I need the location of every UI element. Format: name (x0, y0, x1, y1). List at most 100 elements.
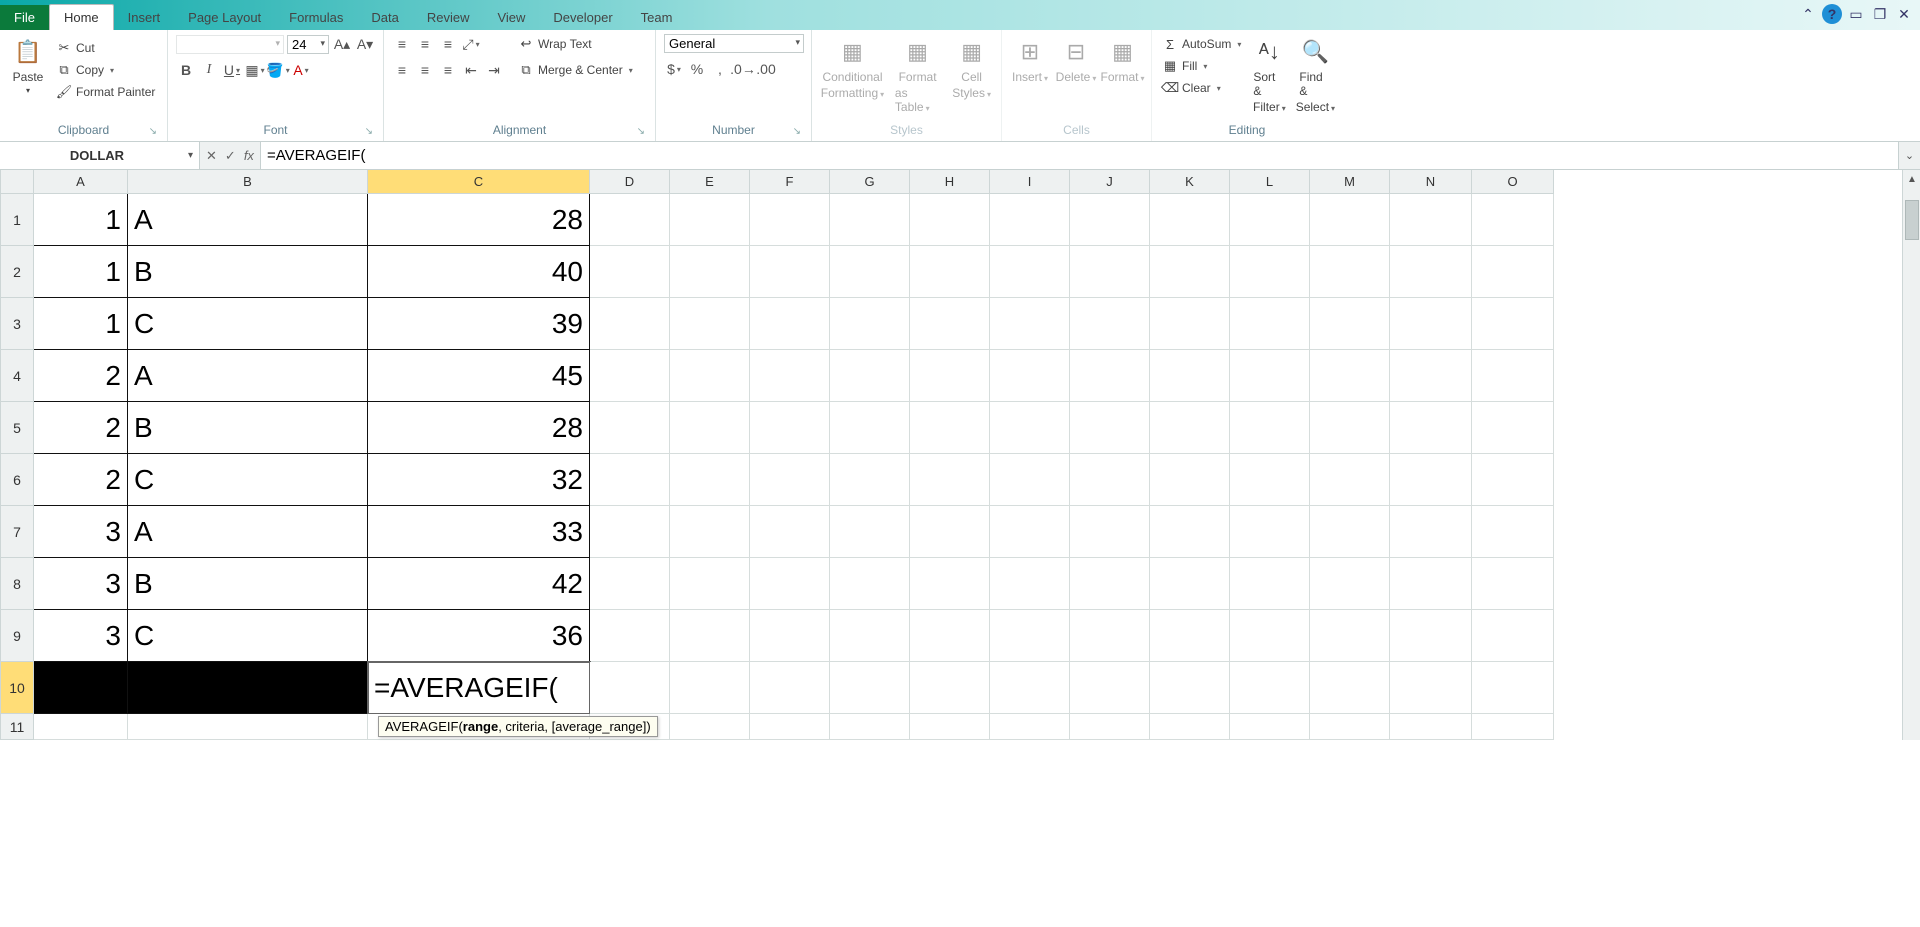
row-header[interactable]: 10 (0, 662, 34, 714)
cell-B9[interactable]: C (128, 610, 368, 662)
cell-H10[interactable] (910, 662, 990, 714)
col-header-F[interactable]: F (750, 170, 830, 194)
cell-D7[interactable] (590, 506, 670, 558)
cell-O3[interactable] (1472, 298, 1554, 350)
cell-L8[interactable] (1230, 558, 1310, 610)
cell-A3[interactable]: 1 (34, 298, 128, 350)
indent-dec-icon[interactable]: ⇤ (461, 60, 481, 80)
delete-cells-button[interactable]: ⊟Delete (1056, 34, 1096, 86)
col-header-H[interactable]: H (910, 170, 990, 194)
cell-G1[interactable] (830, 194, 910, 246)
cell-H3[interactable] (910, 298, 990, 350)
cell-O1[interactable] (1472, 194, 1554, 246)
cell-D5[interactable] (590, 402, 670, 454)
col-header-K[interactable]: K (1150, 170, 1230, 194)
cell-I5[interactable] (990, 402, 1070, 454)
tab-formulas[interactable]: Formulas (275, 5, 357, 30)
cell-C3[interactable]: 39 (368, 298, 590, 350)
cell-B7[interactable]: A (128, 506, 368, 558)
cell-K11[interactable] (1150, 714, 1230, 740)
format-cells-button[interactable]: ▦Format (1102, 34, 1143, 86)
cell-H5[interactable] (910, 402, 990, 454)
scroll-thumb[interactable] (1905, 200, 1919, 240)
cell-E6[interactable] (670, 454, 750, 506)
format-as-table-button[interactable]: ▦Formatas Table (891, 34, 944, 116)
name-box[interactable]: DOLLAR ▾ (0, 142, 200, 169)
row-header[interactable]: 3 (0, 298, 34, 350)
number-format-combo[interactable]: General (664, 34, 804, 53)
cell-B5[interactable]: B (128, 402, 368, 454)
cell-K1[interactable] (1150, 194, 1230, 246)
col-header-O[interactable]: O (1472, 170, 1554, 194)
cell-J4[interactable] (1070, 350, 1150, 402)
align-left-icon[interactable]: ≡ (392, 60, 412, 80)
cell-M4[interactable] (1310, 350, 1390, 402)
formula-input[interactable]: =AVERAGEIF( (261, 142, 1898, 169)
cell-N6[interactable] (1390, 454, 1472, 506)
cell-C1[interactable]: 28 (368, 194, 590, 246)
cell-F2[interactable] (750, 246, 830, 298)
cell-L5[interactable] (1230, 402, 1310, 454)
expand-formula-bar-icon[interactable]: ⌄ (1898, 142, 1920, 169)
cell-H9[interactable] (910, 610, 990, 662)
cell-J7[interactable] (1070, 506, 1150, 558)
launcher-icon[interactable]: ↘ (637, 126, 645, 137)
cell-D4[interactable] (590, 350, 670, 402)
cell-J2[interactable] (1070, 246, 1150, 298)
cell-D6[interactable] (590, 454, 670, 506)
cell-A8[interactable]: 3 (34, 558, 128, 610)
cell-A4[interactable]: 2 (34, 350, 128, 402)
cell-D3[interactable] (590, 298, 670, 350)
cell-B8[interactable]: B (128, 558, 368, 610)
row-header[interactable]: 9 (0, 610, 34, 662)
cell-I7[interactable] (990, 506, 1070, 558)
cell-L7[interactable] (1230, 506, 1310, 558)
paste-button[interactable]: 📋 Paste ▾ (8, 34, 48, 97)
ribbon-min-icon[interactable]: ⌃ (1798, 4, 1818, 24)
cell-J5[interactable] (1070, 402, 1150, 454)
format-painter-button[interactable]: 🖌Format Painter (54, 82, 157, 102)
cell-M5[interactable] (1310, 402, 1390, 454)
cell-H6[interactable] (910, 454, 990, 506)
cell-G2[interactable] (830, 246, 910, 298)
cell-B3[interactable]: C (128, 298, 368, 350)
cell-K5[interactable] (1150, 402, 1230, 454)
row-header[interactable]: 4 (0, 350, 34, 402)
col-header-J[interactable]: J (1070, 170, 1150, 194)
cell-K3[interactable] (1150, 298, 1230, 350)
cell-L9[interactable] (1230, 610, 1310, 662)
cell-L3[interactable] (1230, 298, 1310, 350)
cell-N9[interactable] (1390, 610, 1472, 662)
font-family-combo[interactable] (176, 35, 284, 54)
cell-M7[interactable] (1310, 506, 1390, 558)
cell-N3[interactable] (1390, 298, 1472, 350)
font-color-button[interactable]: A (291, 60, 311, 80)
cell-J9[interactable] (1070, 610, 1150, 662)
cell-c10-editing[interactable]: =AVERAGEIF( (368, 662, 590, 714)
chevron-down-icon[interactable]: ▾ (188, 150, 193, 161)
help-icon[interactable]: ? (1822, 4, 1842, 24)
cell-E8[interactable] (670, 558, 750, 610)
cut-button[interactable]: ✂Cut (54, 38, 157, 58)
cell-O6[interactable] (1472, 454, 1554, 506)
cell-F9[interactable] (750, 610, 830, 662)
cell-G4[interactable] (830, 350, 910, 402)
clear-button[interactable]: ⌫Clear (1160, 78, 1243, 98)
cell-O11[interactable] (1472, 714, 1554, 740)
cell-G3[interactable] (830, 298, 910, 350)
row-header[interactable]: 6 (0, 454, 34, 506)
cell-D9[interactable] (590, 610, 670, 662)
launcher-icon[interactable]: ↘ (793, 126, 801, 137)
row-header[interactable]: 1 (0, 194, 34, 246)
cell-K10[interactable] (1150, 662, 1230, 714)
cell-E1[interactable] (670, 194, 750, 246)
cell-F6[interactable] (750, 454, 830, 506)
cell-O9[interactable] (1472, 610, 1554, 662)
cell-I6[interactable] (990, 454, 1070, 506)
cell-J10[interactable] (1070, 662, 1150, 714)
copy-button[interactable]: ⧉Copy (54, 60, 157, 80)
cell-A6[interactable]: 2 (34, 454, 128, 506)
cell-G10[interactable] (830, 662, 910, 714)
cell-J8[interactable] (1070, 558, 1150, 610)
sort-filter-button[interactable]: ᴬ↓Sort &Filter (1249, 34, 1289, 116)
